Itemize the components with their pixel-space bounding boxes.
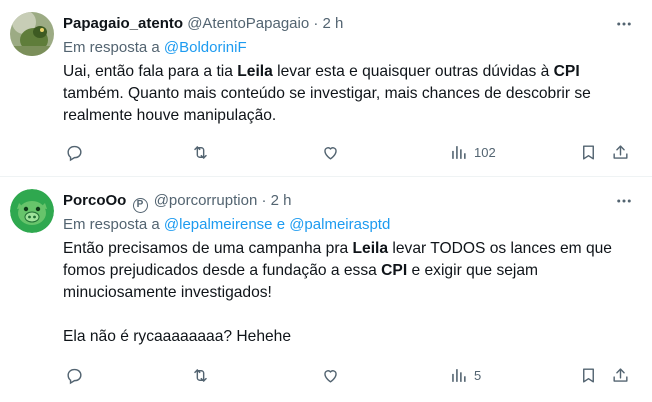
reply-prefix: Em resposta a — [63, 216, 160, 233]
reply-mention[interactable]: @lepalmeirense — [164, 216, 273, 233]
user-handle[interactable]: @AtentoPapagaio — [187, 15, 309, 32]
more-icon[interactable] — [614, 191, 634, 211]
timestamp[interactable]: 2 h — [271, 192, 292, 209]
retweet-icon[interactable] — [191, 365, 210, 385]
verified-org-icon: P — [132, 198, 148, 213]
reply-joiner: e — [276, 216, 286, 233]
text-bold: Leila — [352, 240, 389, 257]
text-bold: CPI — [553, 63, 580, 80]
views-icon — [452, 368, 466, 382]
separator: · — [313, 15, 319, 32]
text-bold: CPI — [381, 262, 408, 279]
share-icon[interactable] — [611, 365, 630, 385]
bookmark-icon[interactable] — [579, 365, 598, 385]
tweet-text: Uai, então fala para a tia Leila levar e… — [63, 61, 638, 127]
display-name[interactable]: PorcoOo — [63, 192, 126, 209]
reply-prefix: Em resposta a — [63, 39, 160, 56]
text-paragraph: Ela não é rycaaaaaaaa? Hehehe — [63, 328, 292, 345]
reply-mention[interactable]: @palmeirasptd — [289, 216, 390, 233]
reply-icon[interactable] — [65, 142, 84, 162]
text-segment: Então precisamos de uma campanha pra — [63, 240, 353, 257]
bookmark-icon[interactable] — [579, 142, 598, 162]
views-button[interactable]: 5 — [449, 365, 481, 385]
share-icon[interactable] — [611, 142, 630, 162]
views-count: 5 — [474, 367, 482, 383]
reply-icon[interactable] — [65, 365, 84, 385]
reply-mention[interactable]: @BoldoriniF — [164, 39, 247, 56]
avatar[interactable] — [10, 189, 54, 233]
action-bar: 5 — [63, 365, 638, 385]
text-segment: levar esta e quaisquer outras dúvidas à — [272, 63, 554, 80]
tweet[interactable]: PorcoOo P @porcorruption · 2 h Em respos… — [0, 177, 652, 402]
user-handle[interactable]: @porcorruption — [154, 192, 258, 209]
action-bar: 102 — [63, 142, 638, 162]
reply-context: Em resposta a @lepalmeirense e @palmeira… — [63, 215, 390, 235]
tweet-text: Então precisamos de uma campanha pra Lei… — [63, 238, 638, 348]
like-icon[interactable] — [321, 365, 340, 385]
more-icon[interactable] — [614, 14, 634, 34]
avatar[interactable] — [10, 12, 54, 56]
display-name[interactable]: Papagaio_atento — [63, 15, 183, 32]
tweet[interactable]: Papagaio_atento @AtentoPapagaio · 2 h Em… — [0, 0, 652, 176]
retweet-icon[interactable] — [191, 142, 210, 162]
views-count: 102 — [474, 144, 496, 160]
views-button[interactable]: 102 — [449, 142, 496, 162]
text-segment: também. Quanto mais conteúdo se investig… — [63, 85, 591, 124]
text-bold: Leila — [237, 63, 273, 80]
views-icon — [452, 145, 466, 159]
text-segment: Uai, então fala para a tia — [63, 63, 238, 80]
text-paragraph: Então precisamos de uma campanha pra Lei… — [63, 238, 638, 304]
separator: · — [261, 192, 267, 209]
tweet-header: PorcoOo P @porcorruption · 2 h — [63, 191, 292, 213]
reply-context: Em resposta a @BoldoriniF — [63, 38, 247, 58]
like-icon[interactable] — [321, 142, 340, 162]
timestamp[interactable]: 2 h — [323, 15, 344, 32]
tweet-header: Papagaio_atento @AtentoPapagaio · 2 h — [63, 14, 343, 34]
